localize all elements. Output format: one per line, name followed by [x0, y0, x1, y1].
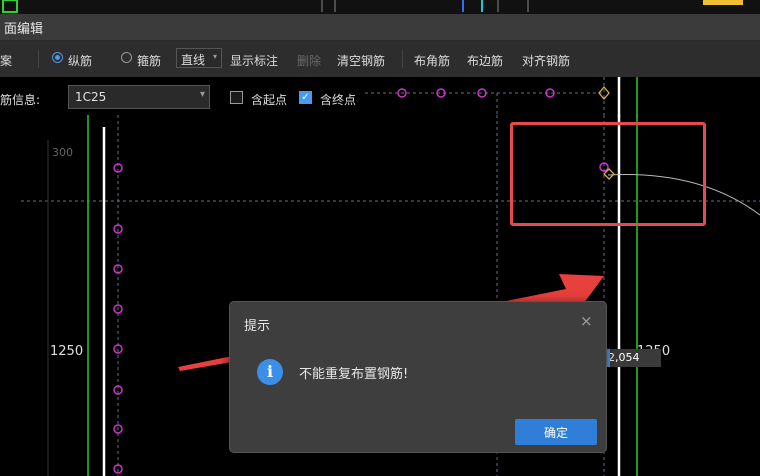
- dim-left: 1250: [50, 344, 83, 359]
- info-icon: i: [257, 359, 283, 385]
- show-dimension-button[interactable]: 显示标注: [230, 52, 278, 69]
- corner-rebar-button[interactable]: 布角筋: [414, 52, 450, 69]
- radio-longitudinal-icon[interactable]: [52, 52, 63, 63]
- dim-top-left: 300: [52, 146, 73, 159]
- toolbar-cut-item[interactable]: 案: [0, 52, 12, 69]
- radio-stirrup-icon[interactable]: [121, 52, 132, 63]
- delete-button[interactable]: 删除: [297, 52, 321, 69]
- toolbar-separator: [38, 50, 39, 68]
- side-rebar-button[interactable]: 布边筋: [467, 52, 503, 69]
- line-mode-dropdown[interactable]: 直线 ▾: [176, 48, 222, 68]
- dialog-toolbar: 案 纵筋 箍筋 直线 ▾ 显示标注 删除 清空钢筋 布角筋 布边筋 对齐钢筋: [0, 41, 760, 77]
- dialog-title: 面编辑: [4, 22, 44, 37]
- dialog-titlebar[interactable]: 面编辑: [0, 14, 760, 41]
- message-box: 提示 × i 不能重复布置钢筋! 确定: [229, 301, 607, 453]
- close-icon[interactable]: ×: [580, 312, 593, 330]
- ok-button[interactable]: 确定: [515, 419, 597, 445]
- clear-rebar-button[interactable]: 清空钢筋: [337, 52, 385, 69]
- length-input[interactable]: 2,054: [607, 349, 661, 367]
- radio-longitudinal-label[interactable]: 纵筋: [68, 52, 92, 69]
- toolbar-separator: [402, 50, 403, 68]
- radio-stirrup-label[interactable]: 箍筋: [137, 52, 161, 69]
- top-rebar-row: [365, 77, 638, 117]
- chevron-down-icon: ▾: [213, 52, 218, 61]
- message-box-title: 提示: [244, 319, 271, 334]
- message-text: 不能重复布置钢筋!: [299, 367, 409, 382]
- parent-window-graphics: [2, 0, 743, 13]
- highlight-rectangle-annotation: [510, 122, 706, 226]
- line-mode-value: 直线: [181, 53, 206, 67]
- align-rebar-button[interactable]: 对齐钢筋: [522, 52, 570, 69]
- parent-window-strip: [0, 0, 760, 14]
